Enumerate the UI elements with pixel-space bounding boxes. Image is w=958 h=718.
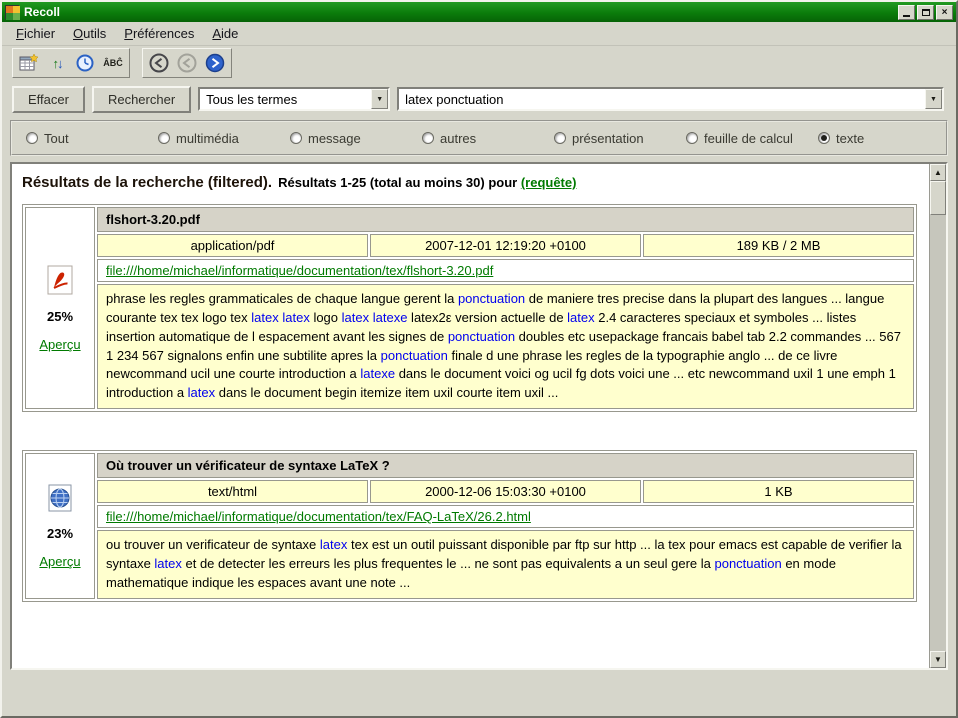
toolbar-group-tools: ↑↓ ÂBĈ [12,48,130,78]
results-scrollbar[interactable]: ▲ ▼ [929,164,946,668]
tool-bar: ↑↓ ÂBĈ [2,46,956,80]
relevance-percent: 23% [47,526,73,541]
result-size: 189 KB / 2 MB [643,234,914,257]
query-history-dropdown-button[interactable]: ▼ [925,89,942,109]
query-link[interactable]: (requête) [521,175,577,190]
result-abstract: phrase les regles grammaticales de chaqu… [97,284,914,409]
filter-message[interactable]: message [290,131,422,146]
menu-fichier[interactable]: Fichier [8,23,63,44]
menu-outils[interactable]: Outils [65,23,114,44]
prev-page-button[interactable] [146,51,172,75]
result-size: 1 KB [643,480,914,503]
html-globe-icon [45,483,75,513]
term-explorer-button[interactable]: ÂBĈ [100,51,126,75]
relevance-percent: 25% [47,309,73,324]
search-mode-select[interactable]: Tous les termes ▼ [198,87,390,111]
preview-link[interactable]: Aperçu [39,554,80,569]
result-side-panel: 25% Aperçu [25,207,95,409]
maximize-icon [922,9,930,16]
radio-icon [158,132,170,144]
filter-autres[interactable]: autres [422,131,554,146]
result-abstract: ou trouver un verificateur de syntaxe la… [97,530,914,599]
scrollbar-thumb[interactable] [930,181,946,215]
table-clear-icon [18,52,40,74]
query-combo[interactable]: ▼ [397,87,944,111]
result-item: 23% Aperçu Où trouver un vérificateur de… [22,450,917,602]
prev-page-disabled-button[interactable] [174,51,200,75]
result-spacer [20,412,919,450]
pdf-icon [45,264,75,296]
radio-icon [554,132,566,144]
filter-tout[interactable]: Tout [26,131,158,146]
filter-multimedia[interactable]: multimédia [158,131,290,146]
sort-by-date-button[interactable]: ↑↓ [44,51,70,75]
result-mimetype: text/html [97,480,368,503]
forward-arrow-icon [204,52,226,74]
scroll-down-button[interactable]: ▼ [930,651,946,668]
result-mimetype: application/pdf [97,234,368,257]
search-input[interactable] [399,89,925,109]
result-date: 2007-12-01 12:19:20 +0100 [370,234,641,257]
window-title: Recoll [24,5,893,19]
toolbar-group-navigation [142,48,232,78]
result-side-panel: 23% Aperçu [25,453,95,599]
clear-search-button[interactable] [16,51,42,75]
minimize-icon [903,15,910,17]
result-url-link[interactable]: file:///home/michael/informatique/docume… [106,263,493,278]
radio-icon [290,132,302,144]
filetype-filter-bar: Tout multimédia message autres présentat… [10,120,948,156]
menu-bar: Fichier Outils Préférences Aide [2,22,956,46]
maximize-button[interactable] [917,5,934,20]
minimize-button[interactable] [898,5,915,20]
scroll-up-icon: ▲ [934,169,942,177]
app-window: Recoll × Fichier Outils Préférences Aide [0,0,958,718]
menu-preferences[interactable]: Préférences [116,23,202,44]
clear-button[interactable]: Effacer [12,86,85,113]
window-controls: × [898,5,953,20]
result-url-link[interactable]: file:///home/michael/informatique/docume… [106,509,531,524]
close-icon: × [942,7,948,18]
scrollbar-trough[interactable] [930,215,946,651]
scroll-down-icon: ▼ [934,656,942,664]
spellcheck-abc-icon: ÂBĈ [103,58,123,68]
result-item: 25% Aperçu flshort-3.20.pdf application/… [22,204,917,412]
status-bar [2,670,956,716]
result-title: flshort-3.20.pdf [97,207,914,232]
result-title: Où trouver un vérificateur de syntaxe La… [97,453,914,478]
results-subtitle: Résultats 1-25 (total au moins 30) pour … [278,175,576,190]
result-date: 2000-12-06 15:03:30 +0100 [370,480,641,503]
filter-feuille-de-calcul[interactable]: feuille de calcul [686,131,818,146]
title-bar[interactable]: Recoll × [2,2,956,22]
results-header: Résultats de la recherche (filtered). Rés… [22,174,917,192]
search-row: Effacer Rechercher Tous les termes ▼ ▼ [2,80,956,118]
chevron-down-icon: ▼ [930,96,937,103]
chevron-down-icon: ▼ [376,96,383,103]
scroll-up-button[interactable]: ▲ [930,164,946,181]
sort-arrows-icon: ↑↓ [53,56,62,71]
filter-texte[interactable]: texte [818,131,864,146]
clock-icon [75,53,95,73]
search-mode-value: Tous les termes [200,89,371,109]
next-page-button[interactable] [202,51,228,75]
search-button[interactable]: Rechercher [92,86,191,113]
radio-icon [686,132,698,144]
filter-presentation[interactable]: présentation [554,131,686,146]
history-button[interactable] [72,51,98,75]
search-mode-dropdown-button[interactable]: ▼ [371,89,388,109]
results-title: Résultats de la recherche (filtered). [22,174,272,191]
recoll-logo-icon [5,5,19,19]
results-list: Résultats de la recherche (filtered). Rés… [12,164,929,668]
result-table: flshort-3.20.pdf application/pdf 2007-12… [97,207,914,409]
radio-icon [26,132,38,144]
result-table: Où trouver un vérificateur de syntaxe La… [97,453,914,599]
close-button[interactable]: × [936,5,953,20]
preview-link[interactable]: Aperçu [39,337,80,352]
radio-checked-icon [818,132,830,144]
radio-icon [422,132,434,144]
back-arrow-icon [148,52,170,74]
menu-aide[interactable]: Aide [204,23,246,44]
back-arrow-disabled-icon [176,52,198,74]
results-area: Résultats de la recherche (filtered). Rés… [10,162,948,670]
